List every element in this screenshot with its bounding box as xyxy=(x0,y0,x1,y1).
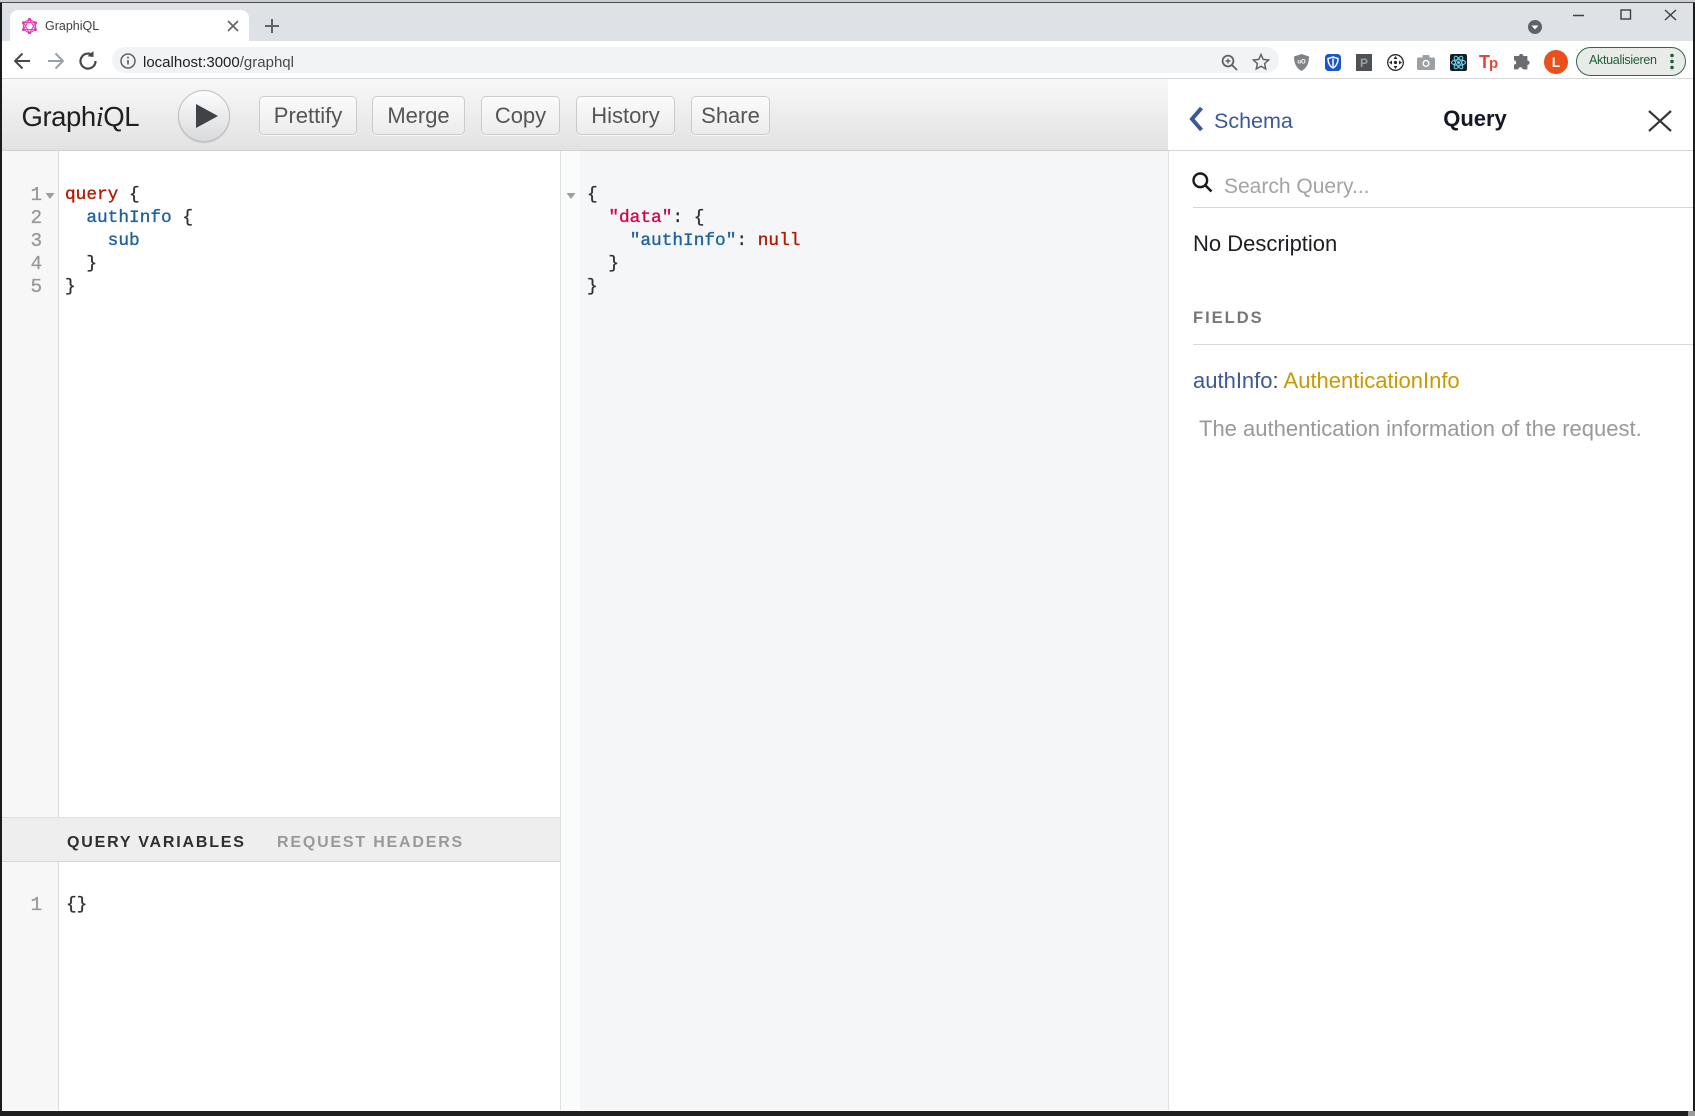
svg-text:uO: uO xyxy=(1297,60,1306,66)
svg-text:P: P xyxy=(1360,56,1368,70)
